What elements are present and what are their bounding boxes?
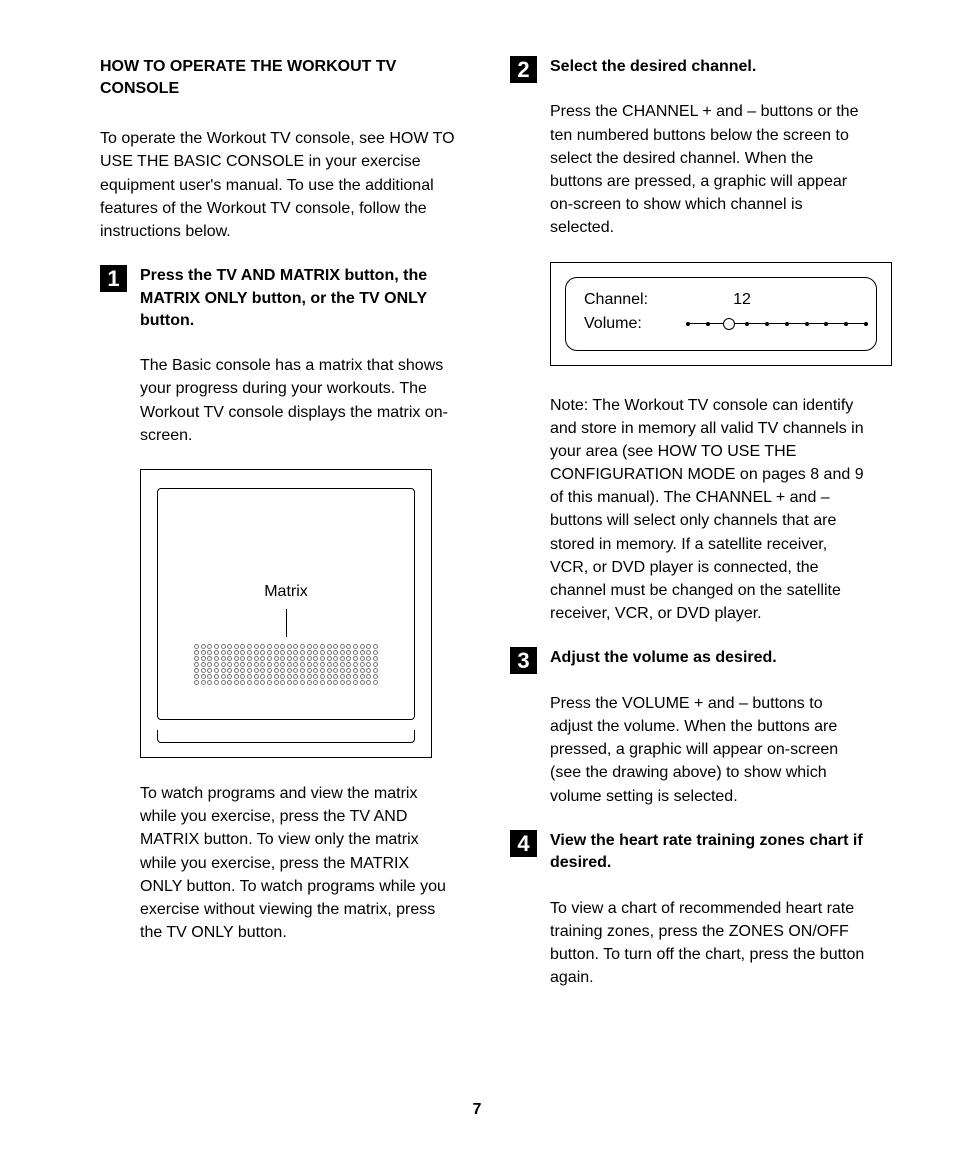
- matrix-figure: Matrix: [140, 469, 432, 758]
- left-column: HOW TO OPERATE THE WORKOUT TV CONSOLE To…: [100, 56, 455, 1011]
- step-body-text: Note: The Workout TV console can identif…: [550, 394, 865, 626]
- step-3: 3 Adjust the volume as desired. Press th…: [510, 647, 865, 807]
- step-body-text: To view a chart of recommended heart rat…: [550, 897, 865, 990]
- step-number-badge: 2: [510, 56, 537, 83]
- step-title: Select the desired channel.: [550, 56, 865, 78]
- step-body-text: To watch programs and view the matrix wh…: [140, 782, 455, 944]
- right-column: 2 Select the desired channel. Press the …: [510, 56, 865, 1011]
- channel-row: Channel: 12: [584, 288, 858, 312]
- step-number-badge: 3: [510, 647, 537, 674]
- channel-display: Channel: 12 Volume:: [565, 277, 877, 351]
- step-body-text: Press the VOLUME + and – buttons to adju…: [550, 692, 865, 808]
- section-heading: HOW TO OPERATE THE WORKOUT TV CONSOLE: [100, 56, 455, 99]
- step-title: Press the TV AND MATRIX button, the MATR…: [140, 265, 455, 332]
- matrix-pointer-line: [286, 609, 287, 637]
- volume-row: Volume:: [584, 312, 858, 336]
- channel-label: Channel:: [584, 291, 672, 309]
- step-number-badge: 4: [510, 830, 537, 857]
- matrix-label: Matrix: [264, 583, 308, 601]
- step-title: View the heart rate training zones chart…: [550, 830, 865, 875]
- channel-value: 12: [672, 291, 812, 309]
- volume-bar: [688, 319, 858, 329]
- step-body-text: Press the CHANNEL + and – buttons or the…: [550, 100, 865, 239]
- step-body-text: The Basic console has a matrix that show…: [140, 354, 455, 447]
- channel-figure: Channel: 12 Volume:: [550, 262, 892, 366]
- step-1: 1 Press the TV AND MATRIX button, the MA…: [100, 265, 455, 944]
- page-content: HOW TO OPERATE THE WORKOUT TV CONSOLE To…: [0, 0, 954, 1011]
- page-number: 7: [473, 1101, 482, 1119]
- intro-paragraph: To operate the Workout TV console, see H…: [100, 127, 455, 243]
- matrix-screen: Matrix: [157, 488, 415, 720]
- matrix-bottom-rule: [157, 730, 415, 743]
- step-4: 4 View the heart rate training zones cha…: [510, 830, 865, 990]
- volume-label: Volume:: [584, 315, 668, 333]
- step-number-badge: 1: [100, 265, 127, 292]
- matrix-dot-grid: [194, 644, 378, 698]
- step-title: Adjust the volume as desired.: [550, 647, 865, 669]
- step-2: 2 Select the desired channel. Press the …: [510, 56, 865, 625]
